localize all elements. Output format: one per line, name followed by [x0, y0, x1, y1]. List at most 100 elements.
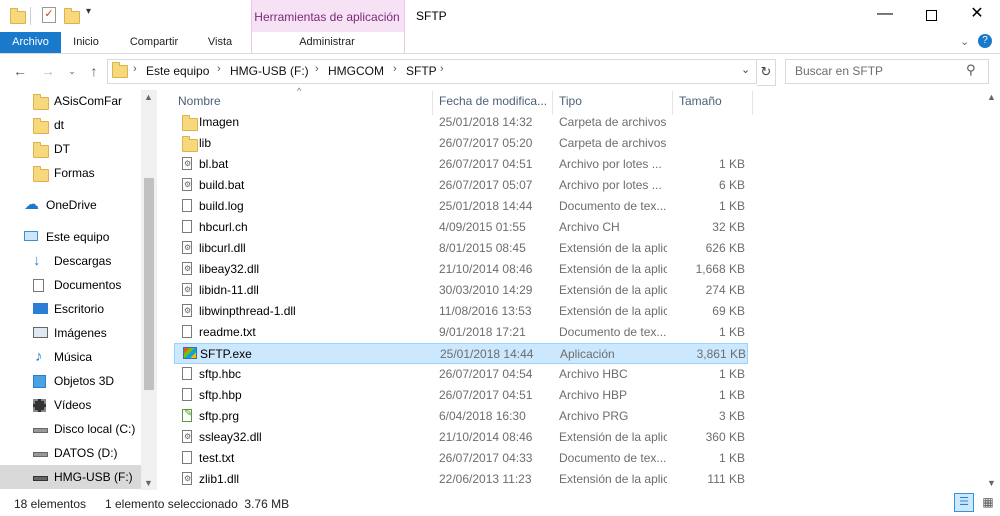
chevron-right-icon[interactable]: › [315, 63, 319, 75]
music-icon: ♪ [35, 348, 43, 365]
file-row[interactable]: sftp.hbc 26/07/2017 04:54 Archivo HBC 1 KB [174, 364, 748, 385]
help-icon[interactable]: ? [978, 34, 992, 48]
nav-item-formas[interactable]: Formas [0, 161, 141, 185]
file-row[interactable]: libcurl.dll 8/01/2015 08:45 Extensión de l… [174, 238, 748, 259]
nav-item-hmg-usb[interactable]: HMG-USB (F:) [0, 465, 141, 489]
file-row[interactable]: libidn-11.dll 30/03/2010 14:29 Extensión d… [174, 280, 748, 301]
file-name: bl.bat [199, 157, 229, 171]
file-row[interactable]: readme.txt 9/01/2018 17:21 Documento de te… [174, 322, 748, 343]
file-row[interactable]: lib 26/07/2017 05:20 Carpeta de archivos [174, 133, 748, 154]
expand-ribbon-icon[interactable]: ⌄ [960, 35, 969, 48]
nav-item-disco-local[interactable]: Disco local (C:) [0, 417, 141, 441]
chevron-right-icon[interactable]: › [133, 63, 137, 75]
scroll-up-icon[interactable]: ▲ [144, 92, 153, 102]
new-folder-icon[interactable] [64, 7, 80, 24]
scroll-down-icon[interactable]: ▼ [144, 478, 153, 488]
nav-item-imagenes[interactable]: Imágenes [0, 321, 141, 345]
close-button[interactable]: ✕ [954, 0, 1000, 30]
nav-item-label: Este equipo [46, 230, 110, 244]
address-dropdown-icon[interactable]: ⌄ [741, 63, 750, 76]
nav-item-descargas[interactable]: ↓ Descargas [0, 249, 141, 273]
videos-icon [33, 399, 46, 412]
maximize-button[interactable] [908, 0, 954, 30]
breadcrumb-este-equipo[interactable]: Este equipo [146, 64, 209, 78]
nav-item-DT[interactable]: DT [0, 137, 141, 161]
nav-item-musica[interactable]: ♪ Música [0, 345, 141, 369]
tab-vista[interactable]: Vista [196, 32, 244, 53]
file-row[interactable]: libeay32.dll 21/10/2014 08:46 Extensión de… [174, 259, 748, 280]
list-scrollbar[interactable] [984, 90, 1000, 490]
file-row[interactable]: Imagen 25/01/2018 14:32 Carpeta de archivo… [174, 112, 748, 133]
tab-archivo[interactable]: Archivo [0, 32, 61, 53]
nav-scroll-thumb[interactable] [144, 178, 154, 390]
chevron-right-icon[interactable]: › [217, 63, 221, 75]
contextual-tab-label: Herramientas de aplicación [254, 10, 400, 24]
properties-icon[interactable]: ✓ [42, 7, 56, 23]
nav-item-dt[interactable]: dt [0, 113, 141, 137]
refresh-button[interactable]: ↻ [757, 59, 776, 86]
chevron-right-icon[interactable]: › [440, 63, 444, 75]
nav-item-objetos-3d[interactable]: Objetos 3D [0, 369, 141, 393]
file-row[interactable]: test.txt 26/07/2017 04:33 Documento de tex… [174, 448, 748, 469]
forward-button[interactable]: → [38, 61, 58, 81]
recent-locations-button[interactable]: ⌄ [62, 61, 82, 81]
tab-administrar[interactable]: Administrar [251, 32, 403, 53]
file-row[interactable]: ✎ sftp.prg 6/04/2018 16:30 Archivo PRG 3 KB [174, 406, 748, 427]
file-row[interactable]: bl.bat 26/07/2017 04:51 Archivo por lotes … [174, 154, 748, 175]
file-row[interactable]: SFTP.exe 25/01/2018 14:44 Aplicación 3,861 … [174, 343, 748, 364]
up-button[interactable]: ↑ [84, 61, 104, 81]
scroll-up-icon[interactable]: ▲ [987, 92, 996, 102]
nav-item-documentos[interactable]: Documentos [0, 273, 141, 297]
file-row[interactable]: hbcurl.ch 4/09/2015 01:55 Archivo CH 32 KB [174, 217, 748, 238]
column-header-fecha[interactable]: Fecha de modifica... [439, 94, 547, 108]
maximize-icon [925, 10, 937, 21]
nav-item-escritorio[interactable]: Escritorio [0, 297, 141, 321]
nav-item-datos[interactable]: DATOS (D:) [0, 441, 141, 465]
breadcrumb-hmg-usb[interactable]: HMG-USB (F:) [230, 64, 309, 78]
scroll-down-icon[interactable]: ▼ [987, 478, 996, 488]
details-view-button[interactable]: ☰ [954, 493, 974, 512]
column-header-tipo[interactable]: Tipo [559, 94, 582, 108]
tab-compartir[interactable]: Compartir [117, 32, 191, 53]
nav-item-asiscomfar[interactable]: ASisComFar [0, 89, 141, 113]
nav-item-este-equipo[interactable]: Este equipo [0, 225, 141, 249]
nav-item-label: Disco local (C:) [54, 422, 136, 436]
chevron-right-icon[interactable]: › [393, 63, 397, 75]
file-type: Archivo CH [559, 220, 620, 234]
file-type: Archivo HBP [559, 388, 628, 402]
back-button[interactable]: ← [10, 61, 30, 81]
column-separator[interactable] [752, 91, 753, 115]
file-row[interactable]: build.bat 26/07/2017 05:07 Archivo por lot… [174, 175, 748, 196]
file-row[interactable]: sftp.hbp 26/07/2017 04:51 Archivo HBP 1 KB [174, 385, 748, 406]
file-type: Archivo por lotes ... [559, 157, 662, 171]
file-row[interactable]: build.log 25/01/2018 14:44 Documento de te… [174, 196, 748, 217]
breadcrumb-hmgcom[interactable]: HMGCOM [328, 64, 384, 78]
nav-item-onedrive[interactable]: ☁ OneDrive [0, 193, 141, 217]
up-arrow-icon: ↑ [90, 63, 98, 79]
nav-item-label: Escritorio [54, 302, 105, 316]
file-type: Aplicación [560, 347, 615, 361]
breadcrumb-sftp[interactable]: SFTP [406, 64, 437, 78]
file-row[interactable]: zlib1.dll 22/06/2013 11:23 Extensión de la… [174, 469, 748, 490]
prg-file-icon: ✎ [182, 408, 194, 423]
minimize-button[interactable]: — [862, 0, 908, 30]
file-row[interactable]: ssleay32.dll 21/10/2014 08:46 Extensión de… [174, 427, 748, 448]
file-row[interactable]: libwinpthread-1.dll 11/08/2016 13:53 Exten… [174, 301, 748, 322]
file-date: 25/01/2018 14:44 [439, 199, 533, 213]
nav-item-label: HMG-USB (F:) [54, 470, 133, 484]
refresh-icon: ↻ [760, 64, 772, 79]
nav-item-label: Vídeos [54, 398, 92, 412]
column-header-tamano[interactable]: Tamaño [679, 94, 722, 108]
window-title: SFTP [416, 9, 447, 23]
column-header-nombre[interactable]: Nombre [178, 94, 221, 108]
file-date: 4/09/2015 01:55 [439, 220, 526, 234]
file-size: 1 KB [718, 388, 745, 402]
tab-inicio[interactable]: Inicio [61, 32, 111, 53]
nav-item-videos[interactable]: Vídeos [0, 393, 141, 417]
folder-icon [33, 142, 49, 158]
file-name: zlib1.dll [199, 472, 240, 486]
nav-item-label: Formas [54, 166, 95, 180]
search-icon[interactable]: ⚲ [966, 62, 976, 78]
large-icons-view-button[interactable]: ▦ [978, 493, 998, 512]
quick-access-dropdown-icon[interactable]: ▾ [86, 6, 91, 17]
